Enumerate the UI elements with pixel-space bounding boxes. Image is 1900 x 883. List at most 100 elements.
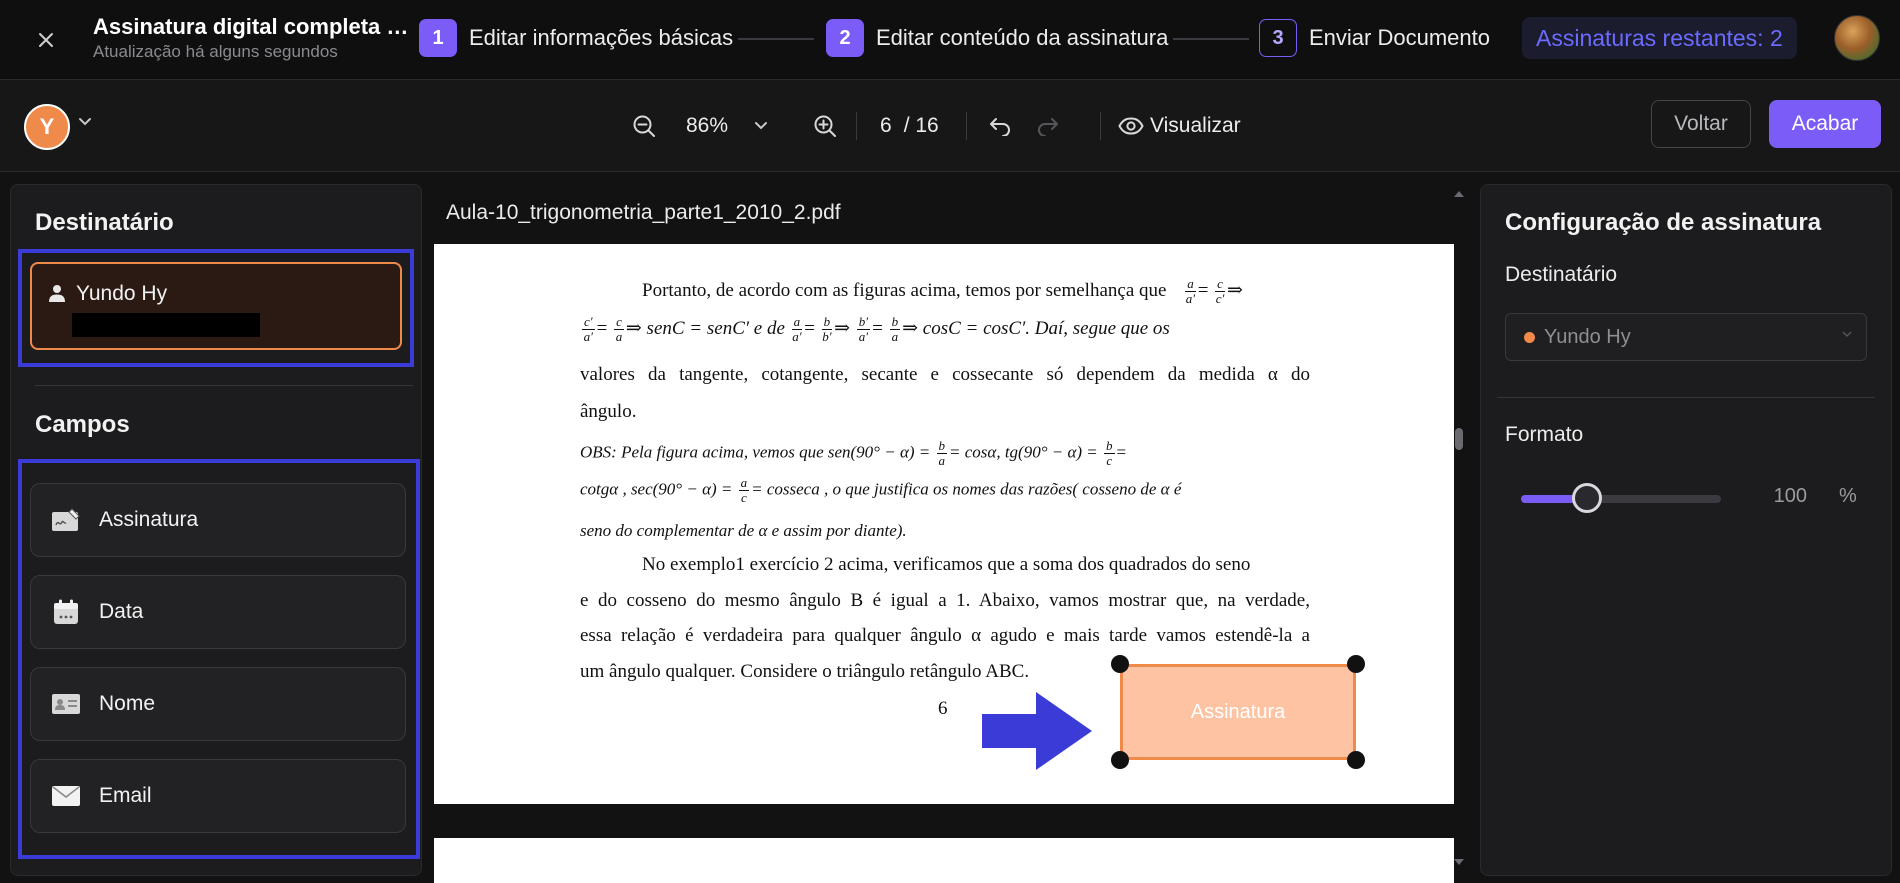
- doc-text: seno do complementar de α e assim por di…: [580, 521, 907, 540]
- field-email-label: Email: [99, 784, 152, 807]
- zoom-level-select[interactable]: 86%: [686, 110, 768, 142]
- step-2-label: Editar conteúdo da assinatura: [876, 25, 1169, 50]
- doc-line: cotgα , sec(90° − α) = a c = cosseca , o q…: [580, 475, 1182, 505]
- signature-icon: [52, 508, 80, 531]
- top-bar: Assinatura digital completa com... Atual…: [0, 0, 1900, 80]
- chevron-up-icon: [1454, 191, 1464, 197]
- step-2[interactable]: 2 Editar conteúdo da assinatura: [826, 19, 1168, 57]
- eye-icon: [1118, 117, 1144, 135]
- document-filename: Aula-10_trigonometria_parte1_2010_2.pdf: [446, 201, 841, 224]
- field-signature[interactable]: Assinatura: [30, 483, 406, 557]
- toolbar-divider: [1100, 112, 1101, 140]
- redo-button[interactable]: [1034, 112, 1062, 140]
- chevron-down-icon[interactable]: [78, 117, 92, 127]
- field-date-label: Data: [99, 600, 144, 623]
- format-slider-knob[interactable]: [1572, 483, 1602, 513]
- undo-button[interactable]: [986, 112, 1014, 140]
- envelope-icon: [52, 786, 80, 806]
- doc-text: OBS: Pela figura acima, vemos que sen(90…: [580, 442, 931, 462]
- resize-handle[interactable]: [1111, 655, 1129, 673]
- format-label: Formato: [1505, 423, 1584, 446]
- redo-icon: [1038, 118, 1058, 136]
- page-number: 6: [938, 698, 948, 719]
- close-icon: [39, 33, 53, 47]
- zoom-level: 86%: [686, 114, 729, 137]
- scrollbar-thumb[interactable]: [1455, 428, 1463, 450]
- section-divider: [35, 385, 413, 386]
- doc-line: c′ a′ = c a ⇒ senC = senC′ e de a a′ = b b′ ⇒ b′…: [582, 314, 1170, 344]
- zoom-out-button[interactable]: [630, 112, 658, 140]
- doc-text: = cosα, tg(90° − α) =: [949, 442, 1098, 462]
- fields-heading: Campos: [35, 411, 130, 438]
- doc-text: ⇒ cosC = cosC′. Daí, segue que os: [902, 317, 1170, 339]
- doc-line: valores da tangente, cotangente, secante…: [580, 364, 1310, 385]
- section-divider: [1497, 397, 1875, 398]
- field-name[interactable]: Nome: [30, 667, 406, 741]
- recipient-name: Yundo Hy: [76, 282, 168, 305]
- right-panel: Configuração de assinatura Destinatário …: [1480, 184, 1892, 876]
- doc-line: seno do complementar de α e assim por di…: [580, 521, 1310, 541]
- toolbar-divider: [966, 112, 967, 140]
- signature-field-placeholder[interactable]: Assinatura: [1111, 655, 1365, 769]
- page-indicator[interactable]: 6 / 16: [880, 110, 939, 142]
- preview-button[interactable]: Visualizar: [1118, 110, 1241, 142]
- step-1-number: 1: [419, 19, 457, 57]
- step-1[interactable]: 1 Editar informações básicas: [419, 19, 733, 57]
- finish-button[interactable]: Acabar: [1769, 100, 1881, 148]
- format-slider[interactable]: [1521, 495, 1721, 503]
- resize-handle[interactable]: [1111, 751, 1129, 769]
- step-3[interactable]: 3 Enviar Documento: [1259, 19, 1490, 57]
- doc-line: OBS: Pela figura acima, vemos que sen(90…: [580, 438, 1127, 468]
- doc-text: = cosseca , o que justifica os nomes das…: [751, 479, 1182, 499]
- document-title: Assinatura digital completa com...: [93, 14, 413, 39]
- field-signature-label: Assinatura: [99, 508, 199, 531]
- remaining-signatures-badge: Assinaturas restantes: 2: [1522, 17, 1797, 59]
- preview-label: Visualizar: [1150, 114, 1241, 137]
- recipient-avatar[interactable]: Y: [24, 104, 70, 150]
- recipient-select-value: Yundo Hy: [1544, 325, 1631, 348]
- recipient-select[interactable]: Yundo Hy: [1505, 313, 1867, 361]
- redacted-email: [72, 313, 260, 337]
- field-date[interactable]: Data: [30, 575, 406, 649]
- toolbar-divider: [856, 112, 857, 140]
- user-icon: [49, 285, 65, 302]
- account-avatar[interactable]: [1834, 15, 1880, 61]
- chevron-down-icon: [1454, 859, 1464, 865]
- chevron-down-icon: [755, 122, 768, 130]
- step-3-number: 3: [1259, 19, 1297, 57]
- back-button[interactable]: Voltar: [1651, 100, 1751, 148]
- resize-handle[interactable]: [1347, 655, 1365, 673]
- undo-icon: [990, 118, 1010, 136]
- recipient-color-dot: [1524, 331, 1535, 343]
- format-value[interactable]: 100: [1747, 485, 1807, 508]
- close-button[interactable]: [30, 24, 62, 56]
- recipient-heading: Destinatário: [35, 209, 174, 236]
- zoom-in-icon: [814, 115, 836, 137]
- signature-field-label: Assinatura: [1190, 700, 1286, 723]
- chevron-down-icon: [1842, 331, 1852, 338]
- format-unit: %: [1839, 485, 1857, 507]
- doc-text: cotgα , sec(90° − α) =: [580, 479, 733, 499]
- step-1-label: Editar informações básicas: [469, 25, 734, 50]
- total-pages: / 16: [903, 114, 939, 137]
- step-connector: [738, 38, 814, 40]
- doc-line: e do cosseno do mesmo ângulo B é igual a…: [580, 590, 1310, 611]
- pdf-page-next[interactable]: [434, 838, 1454, 883]
- step-3-label: Enviar Documento: [1309, 25, 1490, 50]
- calendar-icon: [54, 599, 78, 624]
- field-email[interactable]: Email: [30, 759, 406, 833]
- doc-line: essa relação é verdadeira para qualquer …: [580, 625, 1310, 646]
- signature-config-title: Configuração de assinatura: [1505, 209, 1822, 236]
- doc-line: Portanto, de acordo com as figuras acima…: [642, 276, 1243, 306]
- editor-toolbar: Y 86% 6 / 16 Visualizar Voltar Acabar: [0, 80, 1900, 172]
- resize-handle[interactable]: [1347, 751, 1365, 769]
- doc-line: ângulo.: [580, 401, 637, 422]
- step-connector: [1173, 38, 1249, 40]
- field-name-label: Nome: [99, 692, 156, 715]
- document-scrollbar[interactable]: [1452, 184, 1466, 876]
- recipient-card[interactable]: Yundo Hy: [30, 262, 402, 350]
- last-saved-status: Atualização há alguns segundos: [93, 42, 338, 61]
- zoom-in-button[interactable]: [811, 112, 839, 140]
- doc-text: ⇒ senC = senC′ e de: [625, 317, 785, 339]
- doc-line: No exemplo1 exercício 2 acima, verificam…: [642, 554, 1251, 575]
